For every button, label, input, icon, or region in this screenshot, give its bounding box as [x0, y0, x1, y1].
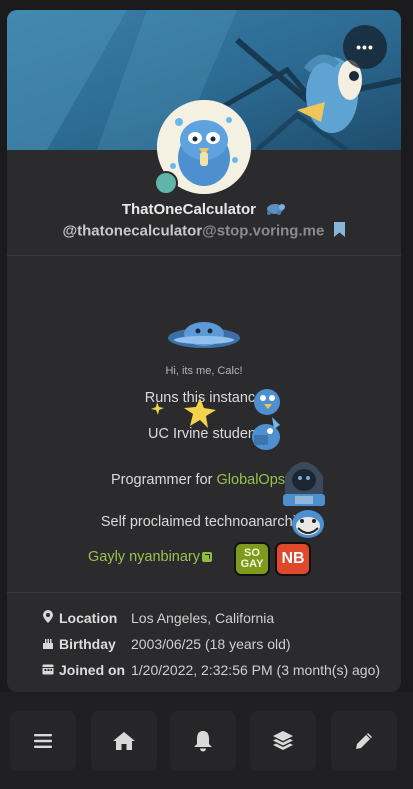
bottom-navigation [0, 692, 413, 789]
instance-host: @stop.voring.me [202, 222, 325, 240]
field-label: Birthday [41, 636, 131, 652]
display-name-row: ThatOneCalculator [7, 201, 401, 219]
map-pin-icon [41, 610, 55, 626]
field-label: Location [41, 610, 131, 626]
field-value: Los Angeles, California [131, 610, 275, 626]
so-gay-badge: SO GAY [234, 542, 270, 576]
field-birthday: Birthday 2003/06/25 (18 years old) [41, 634, 401, 654]
field-joined: Joined on 1/20/2022, 2:32:56 PM (3 month… [41, 660, 401, 680]
bio-line-programmer: Programmer for GlobalOps [7, 472, 401, 488]
ufo-emoji-icon [7, 314, 401, 357]
profile-card: ••• ThatOneCalculator @thatonecalculator… [7, 10, 401, 692]
external-link-icon [202, 552, 213, 563]
badge-text: GAY [240, 558, 264, 570]
trollface-bird-emoji-icon [292, 510, 324, 538]
field-location: Location Los Angeles, California [41, 608, 401, 628]
menu-icon [34, 734, 52, 748]
home-icon [113, 732, 135, 750]
bird-emoji-icon [254, 389, 280, 415]
field-label-text: Location [59, 610, 118, 626]
menu-button[interactable] [10, 711, 76, 771]
more-options-button[interactable]: ••• [343, 25, 387, 69]
bio-text: UC Irvine student [147, 426, 261, 442]
hacker-bird-emoji-icon [283, 462, 325, 506]
notifications-button[interactable] [170, 711, 236, 771]
bell-icon [194, 731, 212, 752]
bookmark-icon[interactable] [334, 222, 346, 241]
compose-button[interactable] [331, 711, 397, 771]
layers-icon [273, 731, 293, 750]
nyanbinary-link[interactable]: Gayly nyanbinary [88, 549, 200, 565]
calendar-icon [41, 663, 55, 678]
online-status-indicator [154, 171, 178, 195]
turtle-emoji-icon [264, 201, 286, 219]
bio-greeting: Hi, its me, Calc! [165, 365, 243, 377]
bio-text: Programmer for [110, 472, 217, 488]
sparkle-icon [151, 398, 216, 428]
nb-badge: NB [275, 542, 311, 576]
layers-button[interactable] [250, 711, 316, 771]
field-label: Joined on [41, 662, 131, 678]
field-value: 1/20/2022, 2:32:56 PM (3 month(s) ago) [131, 662, 381, 678]
student-bird-emoji-icon [252, 417, 280, 450]
field-value: 2003/06/25 (18 years old) [131, 636, 291, 652]
bio-text: Self proclaimed technoanarchist [100, 514, 308, 530]
bio-line-technoanarchist: Self proclaimed technoanarchist [7, 514, 401, 530]
pencil-icon [356, 733, 372, 749]
divider [7, 255, 401, 256]
home-button[interactable] [91, 711, 157, 771]
divider [7, 592, 401, 593]
username: @thatonecalculator [62, 222, 203, 240]
bio-line-student: UC Irvine student [7, 426, 401, 442]
handle-row: @thatonecalculator@stop.voring.me [7, 222, 401, 241]
cake-icon [41, 637, 55, 652]
display-name: ThatOneCalculator [121, 201, 256, 218]
field-label-text: Birthday [59, 636, 116, 652]
field-label-text: Joined on [59, 662, 126, 678]
